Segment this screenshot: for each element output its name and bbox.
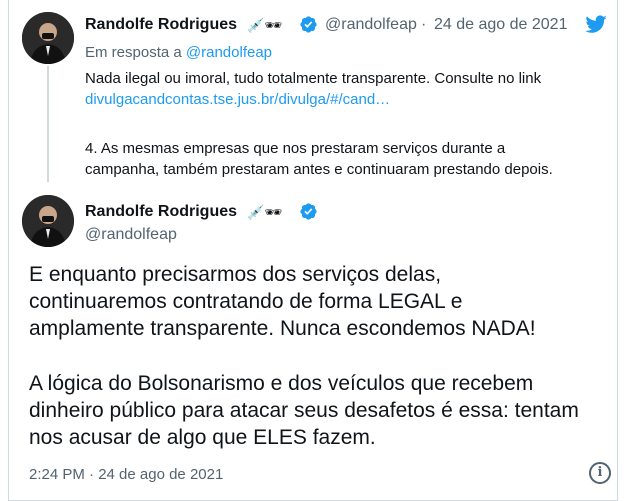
name-emoji: 💉🕶: [247, 204, 283, 220]
tweet-date[interactable]: 24 de ago de 2021: [434, 16, 567, 34]
author-name[interactable]: Randolfe Rodrigues: [85, 16, 237, 34]
twitter-bird-icon[interactable]: [583, 13, 609, 35]
tweet2-p1-line1: E enquanto precisarmos dos serviços dela…: [29, 263, 442, 286]
tweet2-p1-line3: amplamente transparente. Nunca escondemo…: [29, 317, 536, 340]
avatar[interactable]: [22, 12, 74, 64]
tweet2-text: E enquanto precisarmos dos serviços dela…: [29, 261, 609, 451]
tweet1-para2-line1: 4. As mesmas empresas que nos prestaram …: [85, 140, 506, 157]
tweet-timestamp[interactable]: 2:24 PM · 24 de ago de 2021: [29, 466, 223, 483]
author-handle[interactable]: @randolfeap: [85, 226, 177, 244]
verified-badge-icon: [300, 16, 317, 33]
tweet2-p2-line1: A lógica do Bolsonarismo e dos veículos …: [29, 372, 534, 395]
info-icon[interactable]: i: [589, 462, 611, 484]
tweet2-p2-line3: nos acusar de algo que ELES fazem.: [29, 426, 376, 449]
author-handle[interactable]: @randolfeap: [325, 16, 417, 34]
reply-prefix: Em resposta a: [85, 44, 182, 61]
reply-to-link[interactable]: @randolfeap: [186, 44, 272, 61]
tweet1-para2-line2: campanha, também prestaram antes e conti…: [85, 161, 553, 178]
tweet-card: Randolfe Rodrigues 💉🕶 @randolfeap · 24 d…: [8, 0, 618, 501]
verified-badge-icon: [300, 203, 317, 220]
tweet1-line1: Nada ilegal ou imoral, tudo totalmente t…: [85, 70, 542, 87]
tweet2-p1-line2: continuaremos contratando de forma LEGAL…: [29, 290, 463, 313]
avatar[interactable]: [22, 195, 74, 247]
thread-line: [47, 66, 49, 182]
reply-context: Em resposta a @randolfeap: [85, 44, 272, 61]
tweet2-p2-line2: dinheiro público para atacar seus desafe…: [29, 399, 579, 422]
separator-dot: ·: [421, 16, 427, 33]
tse-link[interactable]: divulgacandcontas.tse.jus.br/divulga/#/c…: [85, 89, 605, 110]
tweet1-paragraph2: 4. As mesmas empresas que nos prestaram …: [85, 138, 615, 180]
author-name[interactable]: Randolfe Rodrigues: [85, 203, 237, 221]
tweet1-text: Nada ilegal ou imoral, tudo totalmente t…: [85, 68, 605, 110]
name-emoji: 💉🕶: [247, 17, 283, 33]
